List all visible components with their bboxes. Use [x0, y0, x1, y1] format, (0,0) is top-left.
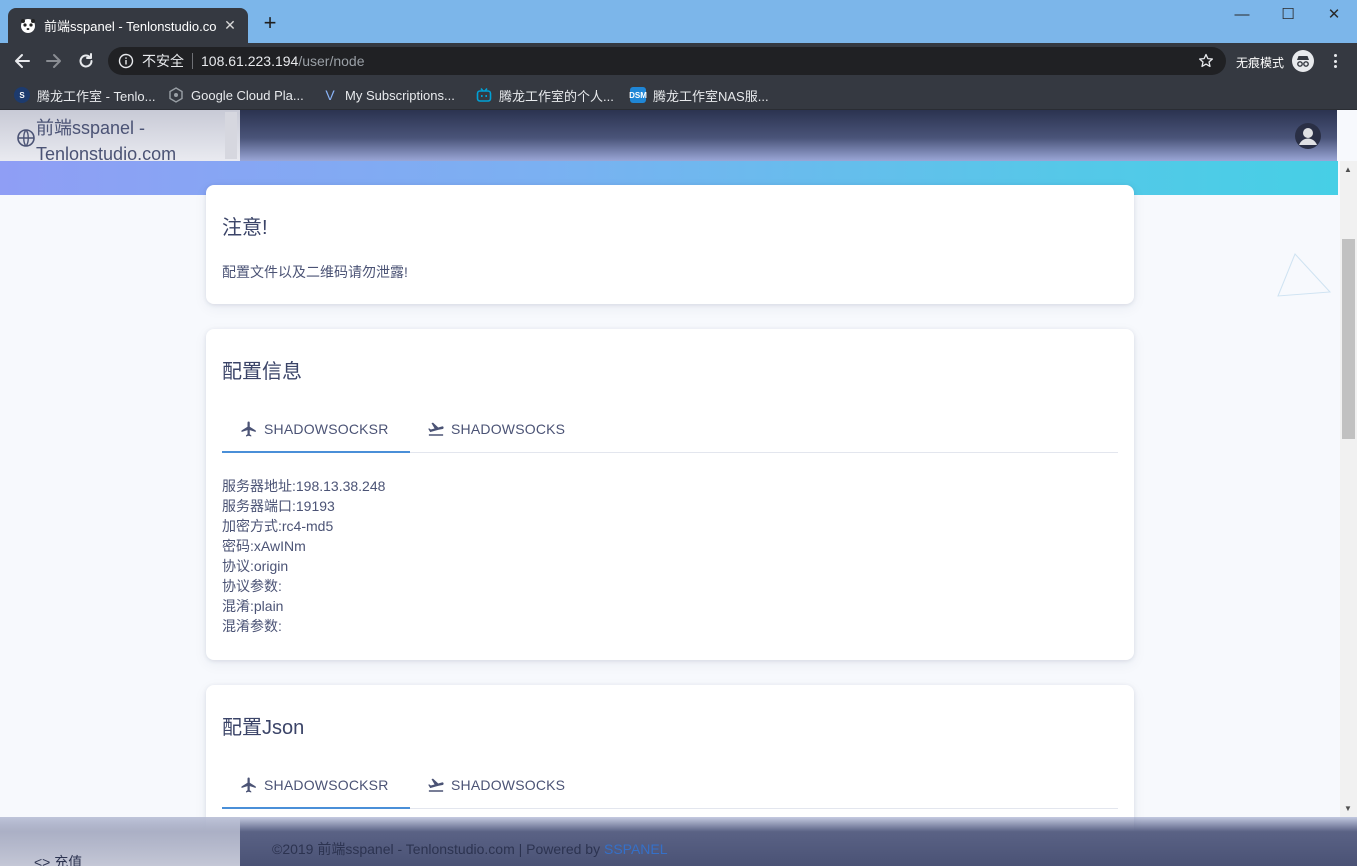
notice-title: 注意!: [222, 217, 268, 239]
notice-text: 配置文件以及二维码请勿泄露!: [222, 264, 408, 280]
bookmark-label: 腾龙工作室的个人...: [499, 88, 614, 104]
bookmark-label: 腾龙工作室NAS服...: [653, 88, 769, 104]
config-line-obfs-param: 混淆参数:: [222, 618, 282, 634]
bookmark-label: 腾龙工作室 - Tenlo...: [37, 88, 156, 104]
reload-button[interactable]: [72, 48, 100, 74]
tab-label: SHADOWSOCKS: [451, 421, 566, 437]
bookmarks-bar: S 腾龙工作室 - Tenlo... Google Cloud Pla... V…: [0, 79, 1357, 110]
info-icon[interactable]: [118, 53, 134, 69]
user-avatar-icon[interactable]: [1294, 122, 1322, 150]
forward-button[interactable]: [40, 48, 68, 74]
bilibili-icon: [476, 87, 492, 103]
flight-takeoff-icon: [428, 422, 444, 436]
sidebar-item-label: 充值: [54, 854, 83, 866]
bookmark-item[interactable]: 腾龙工作室的个人...: [476, 85, 614, 105]
config-info-card: 配置信息 SHADOWSOCKSR SHADOWSOCKS 服务器地址:198.…: [206, 329, 1134, 660]
tab-shadowsocksr[interactable]: SHADOWSOCKSR: [240, 761, 389, 809]
scroll-down-icon[interactable]: ▼: [1344, 804, 1352, 813]
tab-label: SHADOWSOCKS: [451, 777, 566, 793]
flight-icon: [241, 421, 256, 437]
config-line-protocol: 协议:origin: [222, 558, 289, 574]
footer-sspanel-link[interactable]: SSPANEL: [604, 841, 668, 857]
browser-tab-title: 前端sspanel - Tenlonstudio.com: [44, 19, 216, 34]
page-scrollbar[interactable]: ▲ ▼: [1340, 161, 1357, 817]
security-label[interactable]: 不安全: [142, 51, 184, 71]
tab-shadowsocksr[interactable]: SHADOWSOCKSR: [240, 405, 389, 453]
back-button[interactable]: [8, 48, 36, 74]
globe-icon: [17, 129, 35, 147]
tab-shadowsocks[interactable]: SHADOWSOCKS: [427, 405, 565, 453]
top-header: [240, 110, 1337, 161]
new-tab-button[interactable]: +: [258, 11, 282, 35]
config-line-password: 密码:xAwINm: [222, 538, 306, 554]
tab-label: SHADOWSOCKSR: [264, 421, 389, 437]
active-tab-indicator: [222, 807, 410, 809]
incognito-label: 无痕模式: [1236, 56, 1285, 70]
url-path: /user/node: [298, 53, 365, 69]
scrollbar-thumb[interactable]: [1342, 239, 1355, 439]
address-bar[interactable]: 不安全 108.61.223.194/user/node: [108, 47, 1226, 75]
arrow-right-icon: [46, 54, 61, 68]
footer-copyright-text: ©2019 前端sspanel - Tenlonstudio.com | Pow…: [272, 841, 604, 857]
sidebar-footer: <> 充值: [0, 817, 240, 866]
scroll-up-icon[interactable]: ▲: [1344, 165, 1352, 174]
browser-titlebar: 前端sspanel - Tenlonstudio.com ✕ + — ☐ ✕: [0, 0, 1357, 43]
more-menu-icon[interactable]: [1328, 52, 1342, 70]
config-json-title: 配置Json: [222, 717, 305, 739]
url-host: 108.61.223.194: [201, 53, 299, 69]
v-icon: V: [325, 87, 335, 103]
flight-takeoff-icon: [428, 778, 444, 792]
config-json-tabs: SHADOWSOCKSR SHADOWSOCKS: [222, 761, 1118, 809]
sidebar-brand[interactable]: 前端sspanel - Tenlonstudio.com: [36, 115, 226, 167]
window-minimize-button[interactable]: —: [1219, 0, 1265, 30]
omnibox-divider: [192, 53, 193, 69]
config-line-server: 服务器地址:198.13.38.248: [222, 478, 386, 494]
bookmark-item[interactable]: DSM 腾龙工作室NAS服...: [629, 85, 769, 105]
bookmark-item[interactable]: Google Cloud Pla...: [168, 85, 304, 105]
gcp-icon: [168, 87, 184, 103]
browser-toolbar: 不安全 108.61.223.194/user/node 无痕模式: [0, 43, 1357, 79]
dsm-icon: DSM: [629, 87, 647, 103]
bookmark-item[interactable]: V My Subscriptions...: [322, 85, 455, 105]
browser-tab-active[interactable]: 前端sspanel - Tenlonstudio.com ✕: [8, 8, 248, 43]
sidebar-item-recharge[interactable]: <> 充值: [34, 852, 82, 866]
tab-label: SHADOWSOCKSR: [264, 777, 389, 793]
window-maximize-button[interactable]: ☐: [1265, 0, 1311, 30]
config-info-list: 服务器地址:198.13.38.248 服务器端口:19193 加密方式:rc4…: [222, 476, 385, 636]
config-info-tabs: SHADOWSOCKSR SHADOWSOCKS: [222, 405, 1118, 453]
bookmark-star-icon[interactable]: [1198, 53, 1214, 69]
code-icon: <>: [34, 854, 51, 866]
flight-icon: [241, 777, 256, 793]
arrow-left-icon: [15, 54, 30, 68]
tenlon-icon: S: [14, 87, 30, 103]
page-footer: <> 充值 ©2019 前端sspanel - Tenlonstudio.com…: [0, 817, 1357, 866]
config-line-method: 加密方式:rc4-md5: [222, 518, 334, 534]
tab-close-icon[interactable]: ✕: [222, 17, 238, 34]
decorative-triangle-icon: [1277, 253, 1332, 297]
notice-card: 注意! 配置文件以及二维码请勿泄露!: [206, 185, 1134, 304]
reload-icon: [79, 53, 93, 68]
bookmark-label: My Subscriptions...: [345, 87, 455, 103]
page-viewport: 前端sspanel - Tenlonstudio.com 注意! 配置文件以及二…: [0, 110, 1357, 866]
config-line-protocol-param: 协议参数:: [222, 578, 282, 594]
sidebar-header: 前端sspanel - Tenlonstudio.com: [0, 110, 240, 164]
tab-shadowsocks[interactable]: SHADOWSOCKS: [427, 761, 565, 809]
active-tab-indicator: [222, 451, 410, 453]
sidebar-scrollbar[interactable]: [225, 112, 237, 159]
bookmark-label: Google Cloud Pla...: [191, 87, 304, 103]
bookmark-item[interactable]: S 腾龙工作室 - Tenlo...: [14, 85, 155, 105]
config-info-title: 配置信息: [222, 361, 302, 383]
config-line-obfs: 混淆:plain: [222, 598, 284, 614]
window-close-button[interactable]: ✕: [1311, 0, 1357, 30]
footer-copyright: ©2019 前端sspanel - Tenlonstudio.com | Pow…: [272, 839, 668, 859]
incognito-icon[interactable]: [1292, 50, 1314, 72]
panda-favicon-icon: [20, 18, 36, 34]
config-line-port: 服务器端口:19193: [222, 498, 335, 514]
